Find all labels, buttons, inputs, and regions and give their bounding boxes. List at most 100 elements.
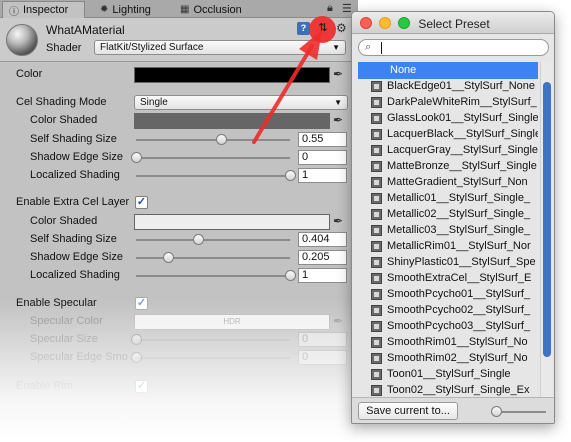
- preset-label: DarkPaleWhiteRim__StylSurf_: [387, 96, 537, 108]
- eyedropper-icon[interactable]: ✒: [333, 314, 343, 328]
- preset-item[interactable]: SmoothRim01__StylSurf_No: [358, 334, 538, 351]
- prop-label: Self Shading Size: [30, 233, 117, 245]
- number-field[interactable]: 0: [298, 150, 347, 165]
- material-preset-icon: [371, 321, 382, 332]
- eyedropper-icon[interactable]: ✒: [333, 214, 343, 228]
- material-header: WhatAMaterial Shader FlatKit/Stylized Su…: [0, 16, 358, 62]
- rim-checkbox[interactable]: ✓: [135, 380, 148, 393]
- tab-occlusion[interactable]: ▦ Occlusion: [174, 1, 248, 18]
- prop-specular-color: Specular Color HDR ✒: [0, 313, 358, 331]
- number-field[interactable]: 0: [298, 332, 347, 347]
- preset-item[interactable]: BlackEdge01__StylSurf_None: [358, 78, 538, 95]
- prop-self-shading: Self Shading Size 0.55: [0, 131, 358, 149]
- prop-label: Color Shaded: [30, 215, 98, 227]
- preset-item[interactable]: Metallic02__StylSurf_Single_: [358, 206, 538, 223]
- slider-track[interactable]: [136, 275, 290, 277]
- prop-specular-edge: Specular Edge Smo 0: [0, 349, 358, 367]
- preset-list: None BlackEdge01__StylSurf_None DarkPaleWh…: [358, 62, 538, 402]
- preset-item[interactable]: LacquerGray__StylSurf_Single: [358, 142, 538, 159]
- zoom-slider-knob[interactable]: [491, 406, 502, 417]
- preset-item[interactable]: Metallic01__StylSurf_Single_: [358, 190, 538, 207]
- extra-layer-checkbox[interactable]: ✓: [135, 196, 148, 209]
- eyedropper-icon[interactable]: ✒: [333, 67, 343, 81]
- preset-item[interactable]: ShinyPlastic01__StylSurf_Spe: [358, 254, 538, 271]
- slider-knob[interactable]: [131, 152, 142, 163]
- preset-item[interactable]: Toon01__StylSurf_Single: [358, 366, 538, 383]
- prop-label: Specular Edge Smo: [30, 351, 128, 363]
- preset-item[interactable]: MatteGradient_StylSurf_Non: [358, 174, 538, 191]
- slider-track[interactable]: [136, 339, 290, 341]
- color-swatch[interactable]: [134, 67, 330, 83]
- slider-track[interactable]: [136, 157, 290, 159]
- tab-label: Occlusion: [193, 3, 242, 16]
- search-input[interactable]: ⌕: [358, 39, 549, 56]
- material-name: WhatAMaterial: [46, 23, 125, 37]
- number-field[interactable]: 0.55: [298, 132, 347, 147]
- preset-item[interactable]: DarkPaleWhiteRim__StylSurf_: [358, 94, 538, 111]
- prop-label: Specular Color: [30, 315, 103, 327]
- prop-label: Specular Size: [30, 333, 98, 345]
- preset-item[interactable]: GlassLook01__StylSurf_Single: [358, 110, 538, 127]
- specular-checkbox[interactable]: ✓: [135, 297, 148, 310]
- slider-knob[interactable]: [215, 134, 227, 145]
- preset-item[interactable]: SmoothRim02__StylSurf_No: [358, 350, 538, 367]
- preset-item[interactable]: SmoothPcycho03__StylSurf_: [358, 318, 538, 335]
- zoom-slider-track[interactable]: [496, 411, 546, 413]
- menu-icon[interactable]: ☰: [342, 2, 352, 15]
- gear-icon[interactable]: ⚙: [336, 21, 347, 35]
- prop-specular-size: Specular Size 0: [0, 331, 358, 349]
- slider-knob[interactable]: [285, 170, 296, 181]
- material-preset-icon: [371, 209, 382, 220]
- dropdown-arrow-icon: ▼: [334, 98, 342, 107]
- preset-item[interactable]: None: [358, 62, 538, 79]
- slider-track[interactable]: [136, 239, 290, 241]
- material-preset-icon: [371, 177, 382, 188]
- inspector-panel: ⓘ Inspector ✹ Lighting ▦ Occlusion 🔒︎ ☰ …: [0, 0, 358, 442]
- number-field[interactable]: 0: [298, 350, 347, 365]
- number-field[interactable]: 1: [298, 168, 347, 183]
- preset-item[interactable]: SmoothPcycho01__StylSurf_: [358, 286, 538, 303]
- prop-color-shaded: Color Shaded ✒: [0, 112, 358, 130]
- preset-item[interactable]: MetallicRim01__StylSurf_Nor: [358, 238, 538, 255]
- shader-dropdown[interactable]: FlatKit/Stylized Surface ▼: [94, 40, 346, 55]
- save-current-button[interactable]: Save current to...: [358, 402, 458, 420]
- preset-item[interactable]: SmoothExtraCel__StylSurf_E: [358, 270, 538, 287]
- slider-track[interactable]: [136, 175, 290, 177]
- prop-label: Enable Extra Cel Layer: [16, 196, 130, 208]
- scrollbar-thumb[interactable]: [543, 82, 551, 357]
- preset-item[interactable]: LacquerBlack__StylSurf_Single: [358, 126, 538, 143]
- number-field[interactable]: 1: [298, 268, 347, 283]
- dropdown-arrow-icon: ▼: [332, 43, 340, 52]
- material-preset-icon: [371, 385, 382, 396]
- text-caret: [381, 42, 382, 54]
- slider-knob[interactable]: [131, 352, 142, 363]
- slider-knob[interactable]: [162, 252, 174, 263]
- slider-track[interactable]: [136, 357, 290, 359]
- eyedropper-icon[interactable]: ✒: [333, 113, 343, 127]
- color-swatch[interactable]: [134, 113, 330, 129]
- preset-label: Metallic02__StylSurf_Single_: [387, 208, 531, 220]
- cel-mode-dropdown[interactable]: Single ▼: [134, 95, 348, 110]
- lock-icon[interactable]: 🔒︎: [327, 2, 333, 15]
- slider-knob[interactable]: [193, 234, 205, 245]
- preset-label: LacquerBlack__StylSurf_Single: [387, 128, 538, 140]
- preset-item[interactable]: MatteBronze__StylSurf_Single: [358, 158, 538, 175]
- tab-inspector[interactable]: ⓘ Inspector: [2, 1, 85, 18]
- color-swatch[interactable]: [134, 214, 330, 230]
- tab-lighting[interactable]: ✹ Lighting: [94, 1, 157, 18]
- slider-track[interactable]: [136, 139, 290, 141]
- number-field[interactable]: 0.205: [298, 250, 347, 265]
- slider-knob[interactable]: [285, 270, 296, 281]
- preset-icon[interactable]: ⇅: [315, 20, 331, 36]
- scrollbar[interactable]: [540, 62, 552, 402]
- slider-knob[interactable]: [131, 334, 142, 345]
- preset-item[interactable]: Metallic03__StylSurf_Single_: [358, 222, 538, 239]
- prop-label: Color: [16, 68, 43, 80]
- preset-label: SmoothRim01__StylSurf_No: [387, 336, 528, 348]
- number-field[interactable]: 0.404: [298, 232, 347, 247]
- prop-extra-localized: Localized Shading 1: [0, 267, 358, 285]
- slider-track[interactable]: [136, 257, 290, 259]
- grid-icon: ▦: [180, 4, 190, 15]
- preset-item[interactable]: SmoothPcycho02__StylSurf_: [358, 302, 538, 319]
- color-swatch[interactable]: HDR: [134, 314, 330, 330]
